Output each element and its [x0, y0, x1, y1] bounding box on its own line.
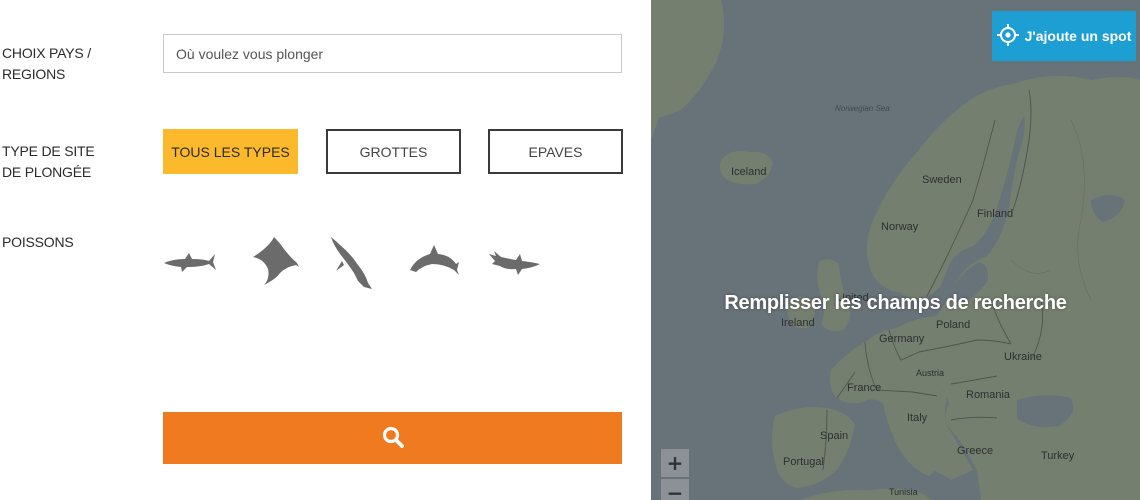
add-spot-button[interactable]: J'ajoute un spot [992, 11, 1136, 61]
zoom-out-button[interactable]: − [661, 479, 689, 500]
site-type-label: TYPE DE SITE DE PLONGÉE [2, 143, 95, 180]
zoom-in-button[interactable]: + [661, 449, 689, 477]
map-label-romania: Romania [966, 389, 1011, 401]
map-view[interactable]: Norwegian Sea Iceland Sweden Finland Nor… [651, 0, 1140, 500]
map-label-portugal: Portugal [783, 456, 824, 468]
search-icon [381, 425, 405, 452]
whale-icon[interactable] [328, 235, 376, 291]
map-label-finland: Finland [977, 208, 1014, 220]
search-panel: CHOIX PAYS / REGIONS TYPE DE SITE DE PLO… [0, 0, 651, 500]
map-label-spain: Spain [820, 430, 849, 442]
map-overlay [651, 0, 1140, 500]
map-label-austria: Austria [916, 368, 945, 378]
search-button[interactable] [163, 412, 622, 464]
type-wrecks-button[interactable]: EPAVES [488, 129, 623, 174]
map-label-norway: Norway [881, 221, 919, 233]
country-label: CHOIX PAYS / REGIONS [2, 45, 91, 82]
map-label-greece: Greece [957, 445, 994, 457]
manta-ray-icon[interactable] [250, 235, 300, 287]
map-label-germany: Germany [879, 333, 925, 345]
hammerhead-shark-icon[interactable] [488, 250, 542, 276]
fish-label: POISSONS [2, 234, 74, 250]
target-icon [996, 23, 1019, 49]
map-label-sweden: Sweden [922, 174, 962, 186]
map-label-ukraine: Ukraine [1004, 351, 1042, 363]
map-label-tunisia: Tunisia [889, 487, 918, 497]
map-label-iceland: Iceland [731, 166, 767, 178]
dolphin-icon[interactable] [408, 242, 460, 276]
map-message: Remplisser les champs de recherche [724, 292, 1067, 314]
add-spot-label: J'ajoute un spot [1024, 28, 1132, 44]
map-label-france: France [847, 382, 882, 394]
map-label-italy: Italy [907, 412, 928, 424]
map-label-turkey: Turkey [1041, 450, 1075, 462]
country-search-input[interactable] [163, 34, 622, 73]
map-label-poland: Poland [936, 319, 971, 331]
map-label-norwegian-sea: Norwegian Sea [835, 104, 890, 113]
shark-icon[interactable] [163, 250, 217, 274]
type-caves-button[interactable]: GROTTES [326, 129, 461, 174]
type-all-button[interactable]: TOUS LES TYPES [163, 129, 298, 174]
map-label-ireland: Ireland [781, 317, 815, 329]
